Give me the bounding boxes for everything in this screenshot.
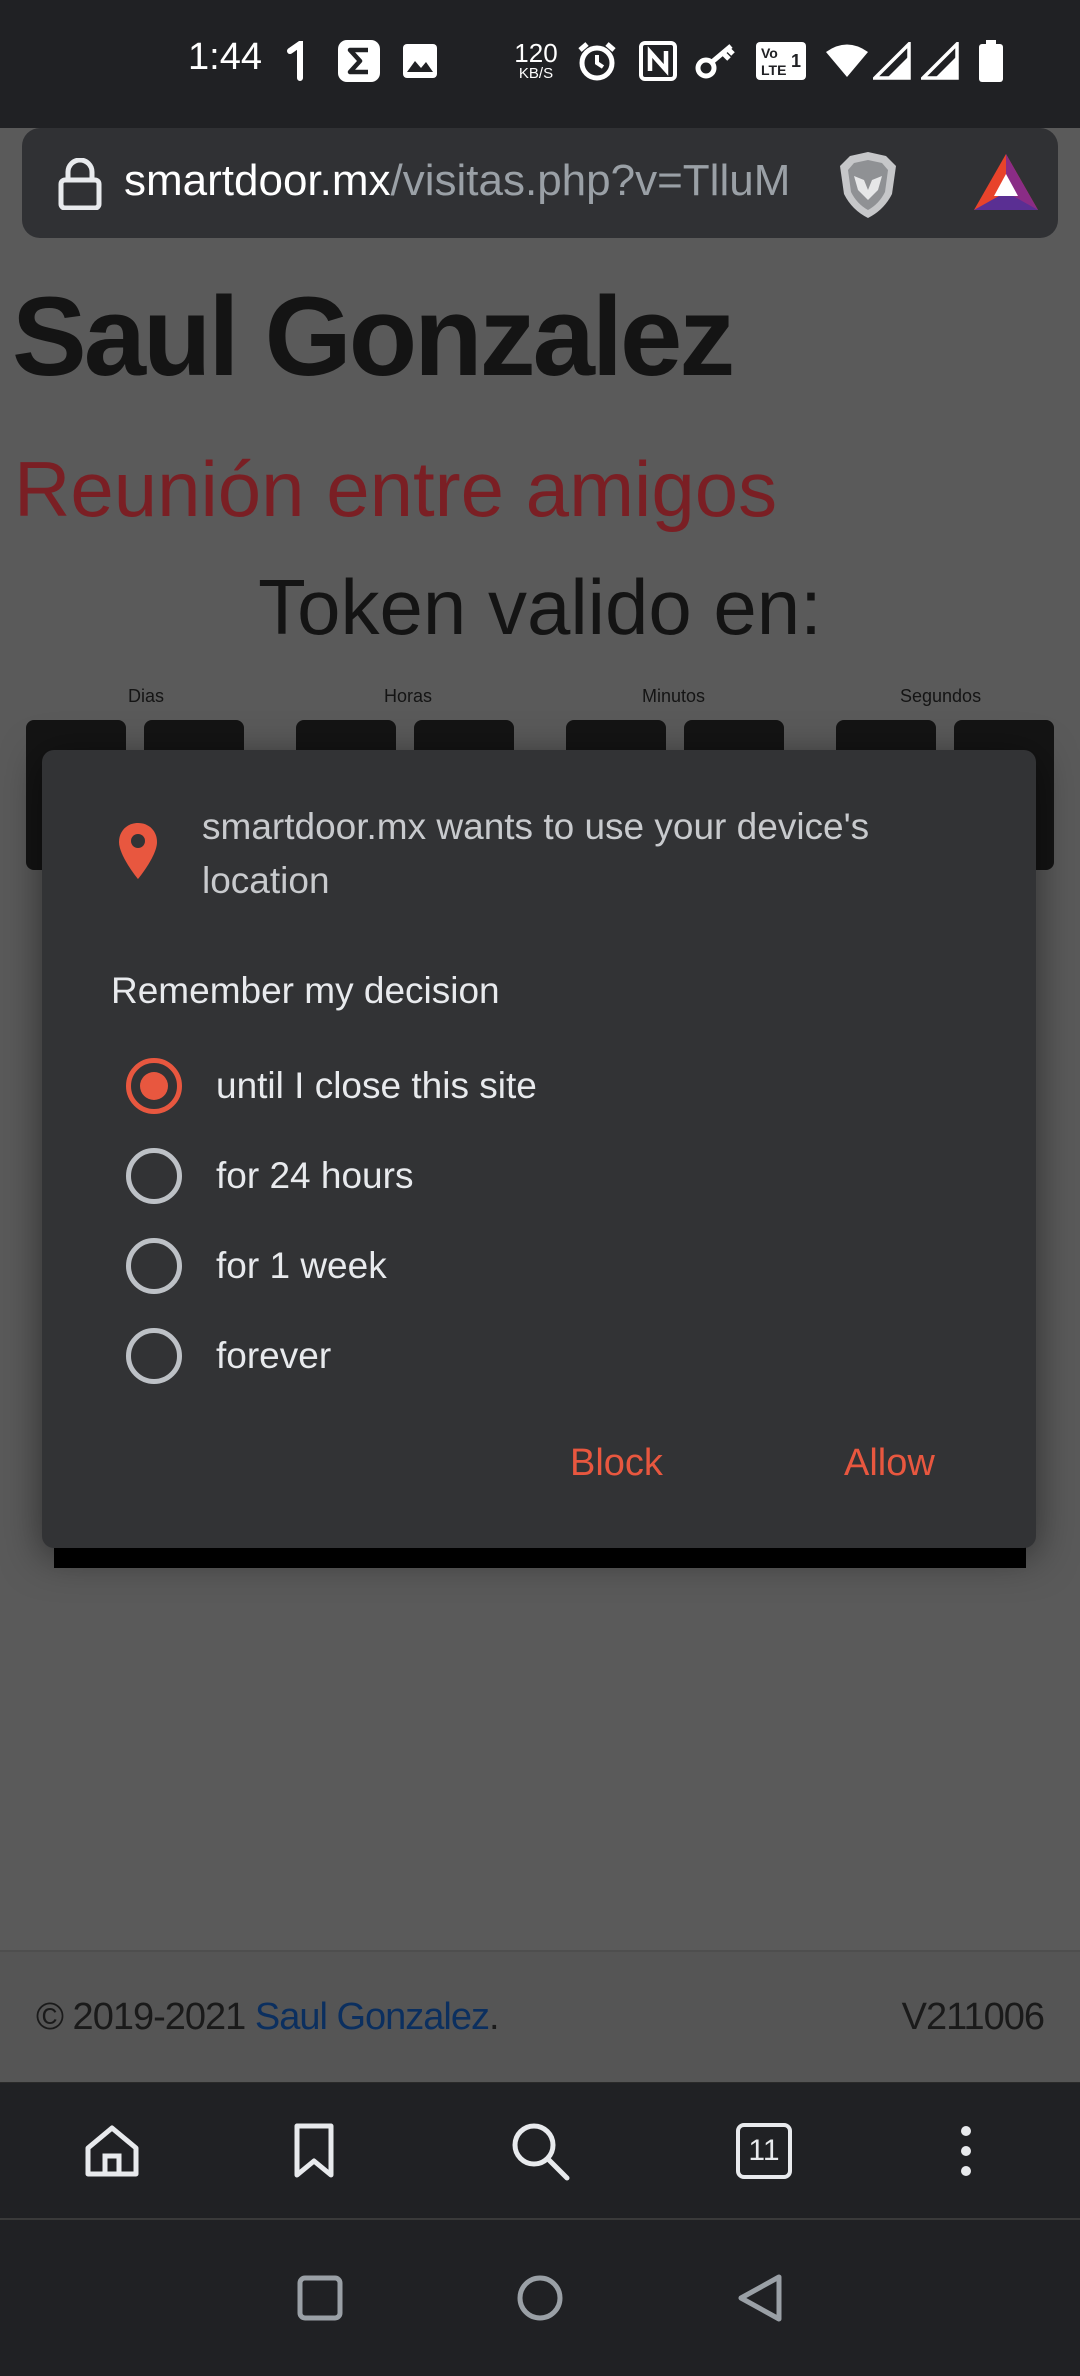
option-1-week[interactable]: for 1 week	[126, 1236, 387, 1296]
countdown-label-days: Dias	[128, 686, 165, 706]
notification-1-icon	[282, 38, 312, 84]
option-forever[interactable]: forever	[126, 1326, 331, 1386]
svg-text:Vo: Vo	[761, 45, 778, 61]
back-icon[interactable]	[728, 2266, 792, 2330]
url-text[interactable]: smartdoor.mx/visitas.php?v=TlluM	[124, 156, 814, 206]
browser-toolbar: 11	[0, 2082, 1080, 2218]
dialog-message: smartdoor.mx wants to use your device's …	[202, 806, 870, 901]
url-domain: smartdoor.mx	[124, 156, 391, 205]
footer-version: V211006	[901, 1996, 1045, 2038]
footer-copyright: © 2019-2021 Saul Gonzalez.	[36, 1996, 500, 2038]
option-label: for 1 week	[216, 1245, 387, 1286]
svg-text:1: 1	[791, 51, 801, 71]
home-nav-icon[interactable]	[508, 2266, 572, 2330]
remember-decision-label: Remember my decision	[111, 970, 500, 1011]
page-footer: © 2019-2021 Saul Gonzalez. V211006	[0, 1950, 1080, 2082]
countdown-label-seconds: Segundos	[900, 686, 982, 706]
footer-author-link[interactable]: Saul Gonzalez	[255, 1996, 490, 2038]
address-bar[interactable]: smartdoor.mx/visitas.php?v=TlluM	[22, 128, 1058, 238]
sigma-app-icon	[336, 38, 382, 84]
brave-rewards-icon[interactable]	[972, 152, 1040, 217]
page-subtitle: Reunión entre amigos	[14, 445, 778, 533]
radio-button[interactable]	[126, 1328, 182, 1384]
svg-text:LTE: LTE	[761, 62, 786, 78]
option-label: forever	[216, 1335, 332, 1376]
key-icon	[694, 38, 738, 84]
page-title: Saul Gonzalez	[12, 274, 735, 399]
status-time: 1:44	[188, 36, 262, 78]
option-label: until I close this site	[216, 1065, 537, 1106]
status-bar: 1:44 120 KB/S Vo LTE 1	[0, 0, 1080, 128]
signal-icon	[872, 38, 912, 84]
radio-button[interactable]	[126, 1238, 182, 1294]
radio-button[interactable]	[126, 1058, 182, 1114]
recent-apps-icon[interactable]	[288, 2266, 352, 2330]
net-speed-indicator: 120 KB/S	[514, 38, 558, 82]
tab-count: 11	[748, 2134, 780, 2167]
countdown-label-minutes: Minutos	[642, 686, 706, 706]
bookmark-icon[interactable]	[274, 2111, 354, 2191]
location-pin-icon	[118, 822, 158, 885]
search-icon[interactable]	[500, 2111, 580, 2191]
volte-icon: Vo LTE 1	[754, 38, 808, 84]
option-until-close[interactable]: until I close this site	[126, 1056, 537, 1116]
token-label: Token valido en:	[258, 563, 822, 651]
block-button[interactable]: Block	[570, 1442, 663, 1485]
option-24-hours[interactable]: for 24 hours	[126, 1146, 413, 1206]
wifi-icon	[824, 38, 870, 84]
lock-icon[interactable]	[56, 157, 104, 215]
image-icon	[400, 38, 440, 84]
allow-button[interactable]: Allow	[844, 1442, 935, 1485]
signal-icon	[920, 38, 960, 84]
radio-button[interactable]	[126, 1148, 182, 1204]
option-label: for 24 hours	[216, 1155, 414, 1196]
home-icon[interactable]	[72, 2111, 152, 2191]
battery-icon	[976, 38, 1006, 84]
location-permission-dialog: smartdoor.mx wants to use your device's …	[42, 750, 1036, 1548]
alarm-icon	[574, 38, 620, 84]
nfc-icon	[636, 38, 680, 84]
system-navigation-bar	[0, 2218, 1080, 2376]
brave-shields-icon[interactable]	[834, 150, 902, 225]
countdown-label-hours: Horas	[384, 686, 433, 706]
menu-icon[interactable]	[926, 2111, 1006, 2191]
tabs-icon[interactable]: 11	[724, 2111, 804, 2191]
url-path: /visitas.php?v=TlluM	[390, 156, 791, 205]
